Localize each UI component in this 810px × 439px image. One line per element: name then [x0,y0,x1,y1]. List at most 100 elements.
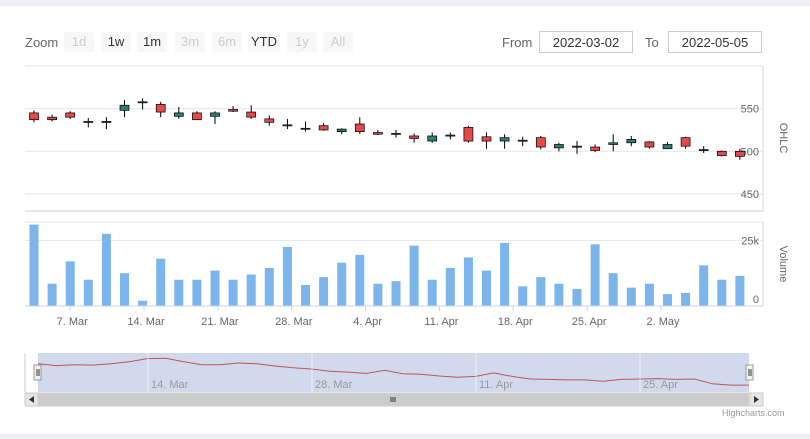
volume-bar [156,258,166,306]
x-tick-label: 18. Apr [498,316,533,328]
volume-bar [210,270,220,306]
x-tick-label: 14. Mar [127,316,165,328]
candle [445,134,456,137]
volume-bar [391,281,401,306]
candle [535,137,546,148]
candle [626,139,637,144]
navigator-tick-label: 14. Mar [151,379,189,391]
ohlc-axis-title: OHLC [777,123,789,154]
x-tick-label: 11. Apr [424,316,458,328]
volume-bar [572,288,582,306]
volume-tick-label: 0 [753,294,759,306]
volume-bar [717,279,727,306]
volume-bar [445,267,455,306]
candle [354,123,365,133]
volume-bar [482,270,491,306]
volume-bar [554,283,564,306]
candle [192,112,202,121]
volume-axis-title: Volume [777,246,789,283]
candle [499,137,510,142]
x-tick-label: 2. May [646,316,680,328]
volume-bar [101,233,111,306]
candle [137,101,148,104]
volume-bar [373,283,383,306]
candle [391,133,401,135]
volume-bar [644,283,654,306]
volume-bar [681,292,691,306]
volume-bar [500,243,510,306]
candle [735,150,745,157]
x-tick-label: 21. Mar [201,316,239,328]
candle [246,111,257,118]
candle [29,112,39,121]
volume-bar [47,283,57,306]
volume-bar [518,286,528,306]
candle [282,124,293,127]
volume-bar [65,261,75,306]
volume-bar [337,262,347,306]
candle [481,136,492,142]
stock-chart: 450500550OHLC025kVolume7. Mar 14. Mar 21. … [24,65,789,407]
volume-bar [608,273,618,306]
candle [264,118,275,123]
navigator-tick-label: 11. Apr [479,379,513,391]
volume-bar [427,279,437,306]
volume-bar [192,279,202,306]
credits-link[interactable]: Highcharts.com [722,408,785,418]
candle [517,139,528,142]
volume-bar [626,287,636,306]
candle [65,112,76,118]
x-tick-label: 4. Apr [353,316,382,328]
volume-bar [138,300,148,306]
ohlc-tick-label: 450 [741,189,759,201]
volume-bar [409,245,419,306]
volume-bar [355,254,365,306]
candle [590,146,600,151]
candle [300,127,311,130]
candle [119,104,130,111]
ohlc-tick-label: 550 [741,104,759,116]
volume-bar [663,294,672,306]
candle [101,121,112,123]
volume-bar [319,277,329,306]
navigator-tick-label: 28. Mar [315,379,353,391]
volume-tick-label: 25k [741,235,759,247]
volume-bar [301,285,310,306]
x-tick-label: 7. Mar [57,316,89,328]
candle [47,116,57,121]
volume-bar [282,246,292,306]
candle [554,144,564,149]
candle [83,121,94,123]
candle [680,137,691,147]
candle [155,104,166,113]
volume-bar [536,277,546,306]
bottom-strip [0,434,810,439]
candle [318,125,329,131]
candle [644,141,655,148]
volume-bar [246,274,256,306]
volume-bar [735,275,745,306]
candle [228,109,238,112]
volume-bar [83,279,93,306]
candle [336,128,347,133]
candle [716,150,727,156]
candle [173,112,184,117]
candle [608,142,619,145]
candle [662,144,673,150]
candle [463,127,474,142]
candle [373,132,383,135]
navigator-tick-label: 25. Apr [643,379,678,391]
candle [698,149,709,151]
volume-bar [228,279,238,306]
volume-bar [590,244,600,306]
volume-bar [463,257,473,306]
candle [409,135,419,139]
volume-bar [264,267,274,306]
volume-bar [120,273,129,306]
candle [427,135,438,142]
volume-bar [699,265,709,306]
volume-bar [29,224,39,306]
candle [210,112,220,117]
x-tick-label: 25. Apr [572,316,607,328]
x-tick-label: 28. Mar [275,316,313,328]
